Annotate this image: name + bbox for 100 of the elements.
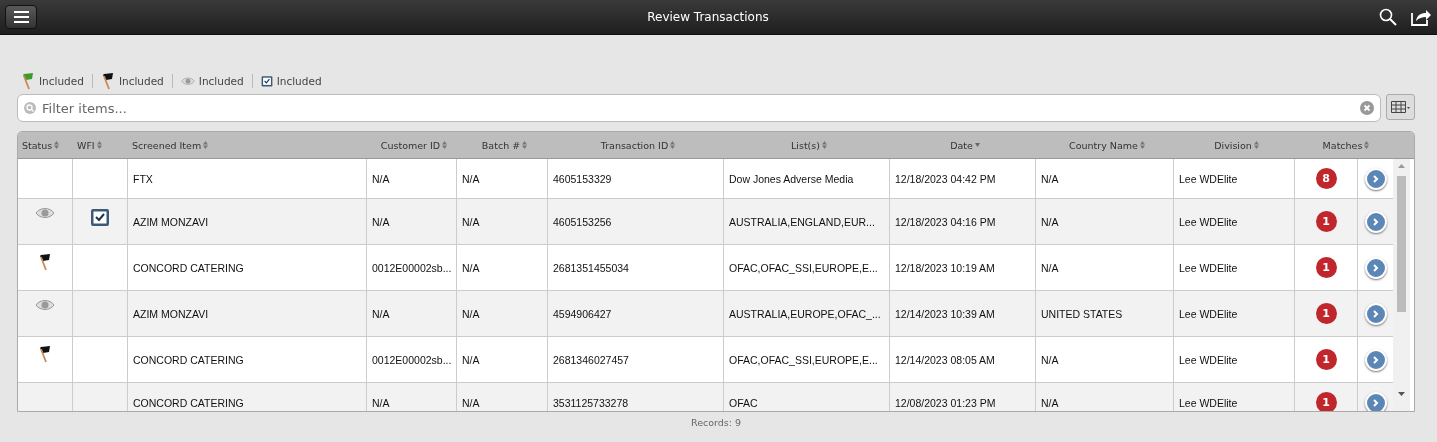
column-header[interactable]: WFI [77, 139, 102, 151]
table-cell: N/A [462, 215, 480, 228]
open-row-button[interactable] [1364, 210, 1387, 233]
sort-icon [1253, 141, 1259, 149]
chevron-right-icon [1372, 398, 1379, 407]
table-cell: Lee WDElite [1179, 172, 1238, 185]
flag-icon [38, 253, 52, 271]
table-cell: 12/14/2023 08:05 AM [895, 353, 995, 366]
open-row-button[interactable] [1364, 302, 1387, 325]
legend-label: Included [118, 75, 164, 87]
table-cell: N/A [372, 307, 390, 320]
match-count-badge: 1 [1315, 211, 1337, 232]
sort-icon [442, 141, 448, 149]
menu-icon [13, 11, 29, 23]
table-cell: 3531125733278 [553, 396, 629, 409]
column-header[interactable]: List(s) [791, 139, 827, 151]
open-row-button[interactable] [1364, 167, 1387, 190]
search-icon [24, 102, 36, 114]
column-header[interactable]: Screened Item [132, 139, 209, 151]
table-cell: Dow Jones Adverse Media [729, 172, 854, 185]
open-row-button[interactable] [1364, 391, 1387, 411]
column-header[interactable]: Batch # [481, 139, 528, 151]
checkbox-icon [260, 75, 273, 87]
share-button[interactable] [1411, 8, 1431, 26]
table-cell: N/A [372, 396, 390, 409]
match-count-badge: 1 [1315, 392, 1337, 411]
table-cell: N/A [462, 353, 480, 366]
clipboard-check-icon [90, 207, 110, 227]
sort-icon [96, 141, 102, 149]
sort-descending-icon [974, 143, 980, 147]
sort-icon [203, 141, 209, 149]
column-header[interactable]: Matches [1322, 139, 1370, 151]
column-header[interactable]: Date [950, 139, 980, 151]
share-icon [1411, 8, 1431, 26]
table-cell: Lee WDElite [1179, 261, 1238, 274]
column-header[interactable]: Country Name [1069, 139, 1145, 151]
table-cell: 12/18/2023 10:19 AM [895, 261, 995, 274]
table-cell: N/A [462, 307, 480, 320]
table-cell: CONCORD CATERING [133, 261, 244, 274]
table-cell: AUSTRALIA,EUROPE,OFAC_... [729, 307, 881, 320]
table-cell: 2681351455034 [553, 261, 629, 274]
column-header[interactable]: Customer ID [380, 139, 448, 151]
columns-button[interactable] [1386, 94, 1415, 120]
sort-icon [670, 141, 676, 149]
open-row-button[interactable] [1364, 348, 1387, 371]
table-cell: FTX [133, 172, 153, 185]
chevron-right-icon [1372, 309, 1379, 318]
table-grid-icon [1391, 101, 1410, 113]
table-cell: 4605153256 [553, 215, 612, 228]
table-cell: Lee WDElite [1179, 353, 1238, 366]
eye-icon [180, 76, 195, 86]
chevron-right-icon [1372, 174, 1379, 183]
table-cell: N/A [1041, 215, 1059, 228]
table-cell: 12/18/2023 04:16 PM [895, 215, 996, 228]
search-button[interactable] [1379, 8, 1397, 26]
scrollbar[interactable] [1393, 159, 1410, 411]
table-cell: 0012E00002sb... [372, 261, 452, 274]
table-cell: UNITED STATES [1041, 307, 1123, 320]
legend-label: Included [276, 75, 322, 87]
table-cell: AZIM MONZAVI [133, 215, 209, 228]
chevron-right-icon [1372, 355, 1379, 364]
flag-icon [100, 72, 115, 90]
table-cell: N/A [1041, 396, 1059, 409]
filter-input[interactable]: Filter items... [40, 99, 1356, 117]
open-row-button[interactable] [1364, 256, 1387, 279]
table-cell: N/A [372, 172, 390, 185]
table-cell: AUSTRALIA,ENGLAND,EUR... [729, 215, 875, 228]
flag-icon [38, 345, 52, 363]
match-count-badge: 1 [1315, 257, 1337, 278]
sort-icon [1364, 141, 1370, 149]
table-cell: N/A [1041, 172, 1059, 185]
eye-icon [35, 299, 55, 311]
table-cell: 12/14/2023 10:39 AM [895, 307, 995, 320]
records-count: Records: 9 [690, 417, 741, 428]
clear-icon[interactable] [1360, 101, 1374, 115]
legend-label: Included [198, 75, 244, 87]
table-cell: 4605153329 [553, 172, 612, 185]
sort-icon [822, 141, 827, 149]
chevron-right-icon [1372, 217, 1379, 226]
sort-icon [54, 141, 60, 149]
sort-icon [522, 141, 528, 149]
table-cell: N/A [1041, 353, 1059, 366]
table-cell: 12/08/2023 01:23 PM [895, 396, 996, 409]
match-count-badge: 1 [1315, 349, 1337, 370]
table-cell: OFAC [729, 396, 758, 409]
menu-button[interactable] [5, 5, 37, 29]
table-cell: N/A [462, 396, 480, 409]
table-cell: 2681346027457 [553, 353, 629, 366]
table-cell: N/A [462, 172, 480, 185]
table-cell: 0012E00002sb... [372, 353, 452, 366]
column-header[interactable]: Status [22, 139, 60, 151]
chevron-right-icon [1372, 263, 1379, 272]
table-cell: 4594906427 [553, 307, 612, 320]
column-header[interactable]: Transaction ID [600, 139, 676, 151]
filter-field[interactable]: Filter items... [17, 94, 1381, 122]
eye-icon [35, 207, 55, 219]
table-cell: N/A [1041, 261, 1059, 274]
table-cell: CONCORD CATERING [133, 396, 244, 409]
column-header[interactable]: Division [1214, 139, 1259, 151]
match-count-badge: 1 [1315, 303, 1337, 324]
